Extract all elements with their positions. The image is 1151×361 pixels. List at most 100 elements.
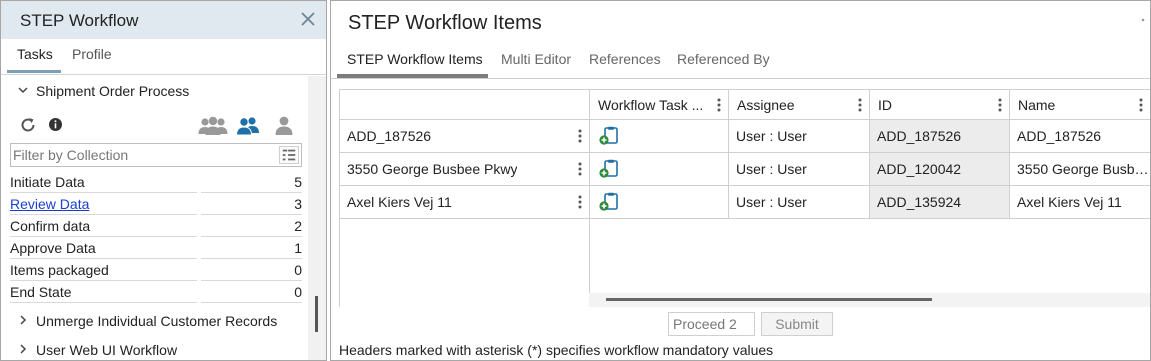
table-cell-assignee[interactable]: User : User: [729, 153, 870, 186]
column-header-label: Workflow Task ...: [598, 97, 704, 113]
table-cell-id[interactable]: ADD_135924: [870, 186, 1010, 219]
workflow-group-user-web-ui[interactable]: User Web UI Workflow: [1, 337, 301, 360]
user-icon[interactable]: [273, 115, 295, 137]
table-cell-item[interactable]: 3550 George Busbee Pkwy: [340, 153, 590, 186]
proceed-button[interactable]: Proceed 2: [668, 312, 755, 336]
cell-text: User : User: [736, 161, 807, 177]
submit-button[interactable]: Submit: [761, 312, 833, 336]
scrollbar-thumb[interactable]: [315, 296, 318, 332]
workflow-group-label: User Web UI Workflow: [36, 342, 178, 358]
state-row[interactable]: Review Data 3: [10, 193, 302, 215]
state-row[interactable]: Approve Data 1: [10, 237, 302, 259]
workflow-task-icon[interactable]: [598, 159, 620, 179]
mandatory-values-note: Headers marked with asterisk (*) specifi…: [339, 342, 774, 358]
state-name: Approve Data: [10, 240, 197, 259]
filter-icon[interactable]: [279, 146, 299, 164]
column-menu-icon[interactable]: [1139, 98, 1143, 112]
users-icon[interactable]: [235, 115, 261, 137]
row-menu-icon[interactable]: [578, 129, 582, 143]
cell-text: User : User: [736, 128, 807, 144]
cell-text: ADD_187526: [1017, 128, 1102, 144]
column-header-assignee[interactable]: Assignee: [729, 90, 870, 120]
column-header-id[interactable]: ID: [870, 90, 1010, 120]
collection-filter: [10, 143, 302, 167]
close-icon[interactable]: [298, 9, 318, 29]
state-row[interactable]: Confirm data 2: [10, 215, 302, 237]
panel-tabs: Tasks Profile: [1, 39, 326, 75]
column-header-label: Name: [1018, 97, 1056, 113]
chevron-down-icon: [18, 87, 28, 94]
tab-references[interactable]: References: [589, 51, 661, 67]
refresh-icon[interactable]: [19, 116, 37, 134]
table-cell-item[interactable]: ADD_187526: [340, 120, 590, 153]
table-cell-item[interactable]: Axel Kiers Vej 11: [340, 186, 590, 219]
workflow-task-icon[interactable]: [598, 126, 620, 146]
state-name: Initiate Data: [10, 174, 197, 193]
table-cell-task[interactable]: [590, 153, 729, 186]
active-tab-indicator: [337, 74, 488, 78]
tab-step-workflow-items[interactable]: STEP Workflow Items: [347, 51, 483, 67]
tasks-toolbar: [1, 112, 307, 142]
group-icon[interactable]: [197, 115, 229, 137]
panel-title: STEP Workflow: [20, 11, 139, 30]
tab-profile[interactable]: Profile: [72, 46, 112, 62]
table-cell-name[interactable]: ADD_187526: [1010, 120, 1150, 153]
horizontal-scrollbar[interactable]: [589, 293, 1150, 307]
cell-text: ADD_187526: [877, 128, 962, 144]
state-name: End State: [10, 284, 197, 303]
workflow-group-label: Shipment Order Process: [36, 83, 190, 99]
workflow-items-panel: STEP Workflow Items STEP Workflow Items …: [330, 0, 1151, 361]
state-count: 0: [201, 262, 302, 281]
table-cell-task[interactable]: [590, 120, 729, 153]
column-menu-icon[interactable]: [717, 98, 721, 112]
row-menu-icon[interactable]: [578, 195, 582, 209]
tab-referenced-by[interactable]: Referenced By: [677, 51, 770, 67]
workflow-states-list: Initiate Data 5 Review Data 3 Confirm da…: [10, 171, 302, 303]
cell-text: Axel Kiers Vej 11: [1017, 194, 1122, 210]
cell-text: ADD_120042: [877, 161, 962, 177]
state-count: 3: [201, 196, 302, 215]
cell-text: ADD_135924: [877, 194, 962, 210]
cell-text: 3550 George Busbee Pkwy: [347, 161, 518, 177]
cell-text: Axel Kiers Vej 11: [347, 194, 452, 210]
state-count: 0: [201, 284, 302, 303]
column-header-item[interactable]: [340, 90, 590, 120]
column-header-name[interactable]: Name: [1010, 90, 1150, 120]
table-cell-task[interactable]: [590, 186, 729, 219]
workflow-task-icon[interactable]: [598, 192, 620, 212]
state-name-link[interactable]: Review Data: [10, 196, 197, 215]
state-row[interactable]: End State 0: [10, 281, 302, 303]
chevron-right-icon: [20, 344, 27, 354]
state-count: 1: [201, 240, 302, 259]
state-count: 5: [201, 174, 302, 193]
table-cell-name[interactable]: Axel Kiers Vej 11: [1010, 186, 1150, 219]
table-cell-name[interactable]: 3550 George Busbee Pkwy: [1010, 153, 1150, 186]
items-tabs: STEP Workflow Items Multi Editor Referen…: [331, 41, 1150, 79]
state-name: Confirm data: [10, 218, 197, 237]
state-row[interactable]: Initiate Data 5: [10, 171, 302, 193]
column-header-label: ID: [878, 97, 892, 113]
column-header-workflow-task[interactable]: Workflow Task ...: [590, 90, 729, 120]
table-cell-assignee[interactable]: User : User: [729, 120, 870, 153]
table-cell-id[interactable]: ADD_187526: [870, 120, 1010, 153]
panel-header: STEP Workflow: [1, 1, 326, 39]
column-menu-icon[interactable]: [858, 98, 862, 112]
filter-input[interactable]: [11, 144, 273, 166]
tab-multi-editor[interactable]: Multi Editor: [501, 51, 571, 67]
items-table: Workflow Task ... Assignee ID Name ADD_1…: [339, 89, 1150, 307]
column-menu-icon[interactable]: [998, 98, 1002, 112]
workflow-group-shipment-order[interactable]: Shipment Order Process: [1, 78, 301, 104]
scrollbar-thumb[interactable]: [606, 298, 932, 301]
vertical-scrollbar[interactable]: [308, 76, 326, 360]
workflow-group-unmerge[interactable]: Unmerge Individual Customer Records: [1, 308, 301, 334]
table-cell-assignee[interactable]: User : User: [729, 186, 870, 219]
table-cell-id[interactable]: ADD_120042: [870, 153, 1010, 186]
tab-tasks[interactable]: Tasks: [17, 46, 53, 62]
workflow-panel: STEP Workflow Tasks Profile Shipment Ord…: [0, 0, 327, 361]
info-icon[interactable]: [48, 117, 63, 132]
row-menu-icon[interactable]: [578, 162, 582, 176]
column-header-label: Assignee: [737, 97, 795, 113]
tasks-tree: Shipment Order Process Filter by Collect…: [1, 76, 308, 360]
state-row[interactable]: Items packaged 0: [10, 259, 302, 281]
chevron-right-icon: [20, 315, 27, 325]
